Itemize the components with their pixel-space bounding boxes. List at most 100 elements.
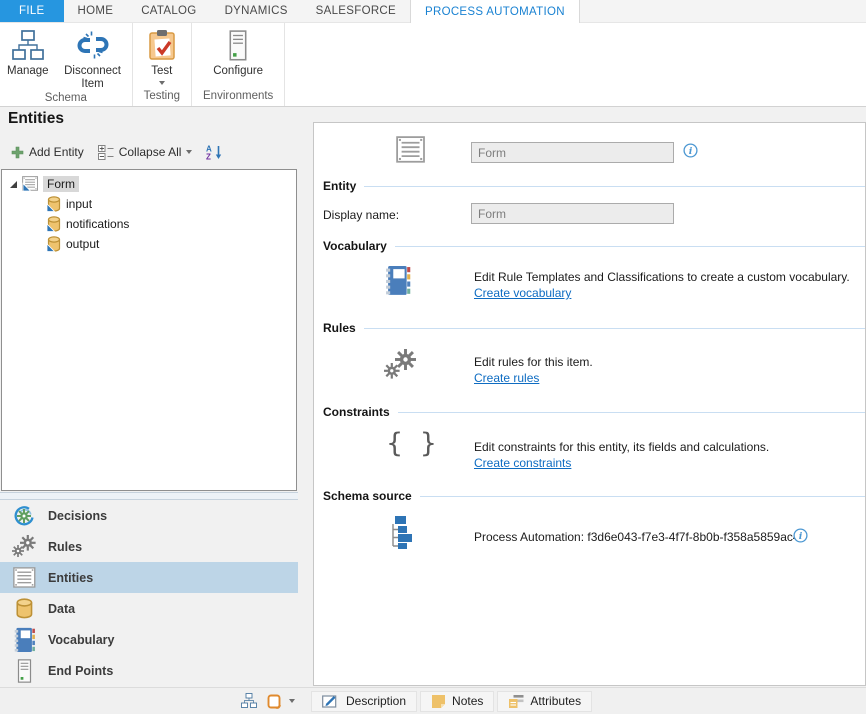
entity-name-input[interactable] bbox=[471, 142, 674, 163]
entity-name-info-icon[interactable]: i bbox=[683, 143, 698, 163]
nav-label-decisions: Decisions bbox=[48, 509, 107, 523]
create-vocabulary-link[interactable]: Create vocabulary bbox=[474, 286, 571, 300]
application-window: FILE HOME CATALOG DYNAMICS SALESFORCE PR… bbox=[0, 0, 866, 714]
tree-row-input[interactable]: input bbox=[2, 194, 296, 214]
tree-row-output[interactable]: output bbox=[2, 234, 296, 254]
sort-az-button[interactable]: A Z bbox=[202, 143, 227, 161]
entity-header-form-icon bbox=[396, 136, 426, 168]
notes-sticky-icon bbox=[431, 694, 446, 709]
manage-org-chart-icon bbox=[12, 27, 44, 63]
schema-source-tree-icon bbox=[386, 515, 416, 556]
svg-text:i: i bbox=[799, 531, 803, 542]
tree-row-form[interactable]: Form bbox=[2, 174, 296, 194]
tab-home[interactable]: HOME bbox=[64, 0, 128, 22]
scroll-view-button[interactable] bbox=[262, 691, 287, 712]
tree-label-input[interactable]: input bbox=[66, 197, 92, 211]
view-dropdown-caret-icon[interactable] bbox=[289, 699, 295, 703]
nav-label-end-points: End Points bbox=[48, 664, 113, 678]
decisions-icon bbox=[8, 504, 40, 528]
vocabulary-book-icon bbox=[8, 627, 40, 653]
create-constraints-link[interactable]: Create constraints bbox=[474, 456, 571, 470]
attributes-tab[interactable]: Attributes bbox=[497, 691, 592, 712]
nav-label-entities: Entities bbox=[48, 571, 93, 585]
entities-panel-title: Entities bbox=[8, 110, 64, 128]
nav-label-data: Data bbox=[48, 602, 75, 616]
panel-splitter[interactable] bbox=[0, 492, 298, 500]
tree-label-notifications[interactable]: notifications bbox=[66, 217, 129, 231]
nav-item-data[interactable]: Data bbox=[0, 593, 298, 624]
tab-process-automation[interactable]: PROCESS AUTOMATION bbox=[410, 0, 580, 23]
notes-label: Notes bbox=[452, 694, 483, 708]
tab-file[interactable]: FILE bbox=[0, 0, 64, 22]
nav-label-rules: Rules bbox=[48, 540, 82, 554]
rules-gears-icon bbox=[8, 535, 40, 558]
notes-tab[interactable]: Notes bbox=[420, 691, 494, 712]
scroll-icon bbox=[266, 693, 283, 710]
ribbon-group-testing: Test Testing bbox=[133, 23, 192, 106]
display-name-input[interactable] bbox=[471, 203, 674, 224]
rules-description-text: Edit rules for this item. bbox=[474, 355, 593, 369]
section-divider bbox=[398, 412, 865, 413]
svg-text:Z: Z bbox=[206, 153, 211, 161]
tree-row-notifications[interactable]: notifications bbox=[2, 214, 296, 234]
collapse-all-caret-icon bbox=[186, 150, 192, 154]
nav-item-decisions[interactable]: Decisions bbox=[0, 500, 298, 531]
collapse-all-label: Collapse All bbox=[119, 145, 182, 159]
vocabulary-section-book-icon bbox=[384, 265, 411, 301]
tree-label-form[interactable]: Form bbox=[43, 176, 79, 192]
test-dropdown-caret-icon bbox=[159, 81, 165, 85]
ribbon-group-schema: Manage Discon bbox=[0, 23, 133, 106]
configure-button[interactable]: Configure bbox=[207, 23, 269, 78]
tree-expander-icon[interactable] bbox=[8, 179, 18, 189]
section-title-constraints: Constraints bbox=[323, 405, 390, 419]
vocabulary-description-text: Edit Rule Templates and Classifications … bbox=[474, 270, 850, 284]
broken-link-icon bbox=[77, 27, 109, 63]
nav-label-vocabulary: Vocabulary bbox=[48, 633, 114, 647]
section-title-rules: Rules bbox=[323, 321, 356, 335]
description-label: Description bbox=[346, 694, 406, 708]
nav-item-vocabulary[interactable]: Vocabulary bbox=[0, 624, 298, 655]
tab-catalog[interactable]: CATALOG bbox=[127, 0, 210, 22]
section-header-vocabulary: Vocabulary bbox=[323, 239, 865, 253]
group-label-environments: Environments bbox=[193, 89, 283, 106]
section-header-rules: Rules bbox=[323, 321, 865, 335]
section-header-constraints: Constraints bbox=[323, 405, 865, 419]
rules-section-gears-icon bbox=[384, 349, 417, 385]
group-label-testing: Testing bbox=[134, 89, 190, 106]
collapse-all-button[interactable]: Collapse All bbox=[94, 144, 197, 161]
description-tab[interactable]: Description bbox=[311, 691, 417, 712]
tab-salesforce[interactable]: SALESFORCE bbox=[302, 0, 410, 22]
tree-label-output[interactable]: output bbox=[66, 237, 99, 251]
entities-toolbar: Add Entity Collapse All A Z bbox=[7, 142, 227, 162]
test-clipboard-icon bbox=[147, 27, 177, 63]
add-entity-button[interactable]: Add Entity bbox=[7, 144, 88, 160]
nav-item-end-points[interactable]: End Points bbox=[0, 655, 298, 686]
entity-tree: Form input notifications output bbox=[1, 169, 297, 491]
field-icon bbox=[46, 196, 62, 212]
ribbon-group-environments: Configure Environments bbox=[192, 23, 285, 106]
tab-dynamics[interactable]: DYNAMICS bbox=[211, 0, 302, 22]
collapse-all-icon bbox=[98, 145, 114, 160]
add-plus-icon bbox=[11, 146, 24, 159]
section-divider bbox=[395, 246, 865, 247]
nav-item-rules[interactable]: Rules bbox=[0, 531, 298, 562]
schema-source-info-icon[interactable]: i bbox=[793, 528, 808, 548]
data-cylinder-icon bbox=[8, 598, 40, 620]
section-divider bbox=[364, 328, 865, 329]
create-rules-link[interactable]: Create rules bbox=[474, 371, 539, 385]
section-divider bbox=[364, 186, 865, 187]
disconnect-item-label: Disconnect Item bbox=[61, 65, 125, 91]
description-icon bbox=[322, 694, 340, 709]
test-button[interactable]: Test bbox=[141, 23, 183, 85]
manage-button[interactable]: Manage bbox=[1, 23, 55, 78]
schema-view-button[interactable] bbox=[237, 691, 262, 711]
disconnect-item-button[interactable]: Disconnect Item bbox=[55, 23, 131, 91]
attributes-label: Attributes bbox=[530, 694, 581, 708]
configure-server-icon bbox=[229, 27, 247, 63]
group-label-schema: Schema bbox=[1, 91, 131, 108]
nav-item-entities[interactable]: Entities bbox=[0, 562, 298, 593]
entity-detail-panel: i Entity Display name: Vocabulary Edit R… bbox=[313, 122, 866, 686]
section-header-entity: Entity bbox=[323, 179, 865, 193]
svg-text:i: i bbox=[689, 146, 693, 157]
entity-form-icon bbox=[22, 176, 39, 192]
